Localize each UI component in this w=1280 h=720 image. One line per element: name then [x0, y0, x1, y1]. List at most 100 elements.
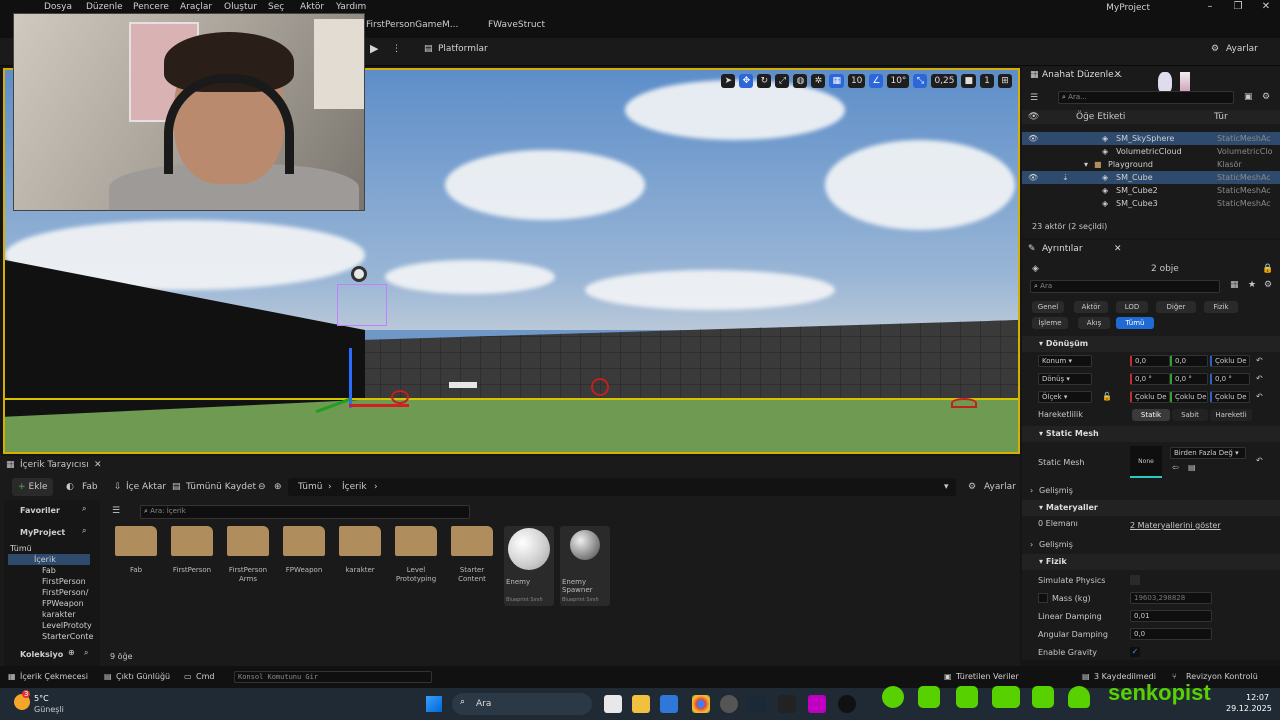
settings-gear-icon[interactable]: ⚙	[1211, 44, 1219, 54]
minimize-icon[interactable]: –	[1196, 1, 1224, 15]
mass-override-checkbox[interactable]	[1038, 593, 1048, 603]
details-settings-icon[interactable]: ⚙	[1264, 280, 1272, 290]
tree-item-fab[interactable]: Fab	[42, 566, 56, 575]
angle-snap-value[interactable]: 10°	[887, 74, 910, 88]
close-tab-icon[interactable]: ✕	[1114, 244, 1122, 254]
translate-icon[interactable]: ✥	[739, 74, 754, 88]
scale-snap-value[interactable]: 0,25	[931, 74, 958, 88]
chevron-right-icon[interactable]: ›	[1030, 540, 1033, 549]
filter-other[interactable]: Diğer	[1156, 301, 1196, 313]
menu-select[interactable]: Seç	[268, 2, 284, 12]
angular-damping-field[interactable]: 0,0	[1130, 628, 1212, 640]
tree-item-level-prototyping[interactable]: LevelPrototy	[42, 621, 92, 630]
lock-icon[interactable]: 🔒	[1262, 264, 1273, 274]
light-source-icon[interactable]	[351, 266, 367, 282]
pin-icon[interactable]: ⇣	[1062, 173, 1069, 182]
add-collection-icon[interactable]: ⊕	[68, 648, 75, 657]
folder-firstperson-arms[interactable]: FirstPerson Arms	[224, 526, 272, 584]
filter-physics[interactable]: Fizik	[1204, 301, 1238, 313]
add-button[interactable]: + Ekle	[12, 478, 54, 496]
derived-data-button[interactable]: Türetilen Veriler	[956, 672, 1019, 681]
outliner-row[interactable]: ◈ VolumetricCloud VolumetricClo	[1022, 145, 1280, 158]
rotation-y[interactable]: 0,0 °	[1170, 373, 1208, 385]
reset-icon[interactable]: ↶	[1256, 374, 1263, 383]
section-materials[interactable]: ▾ Materyaller	[1022, 500, 1280, 516]
rotation-x[interactable]: 0,0 °	[1130, 373, 1170, 385]
filter-all[interactable]: Tümü	[1116, 317, 1154, 329]
outliner-tab[interactable]: Anahat Düzenle...	[1042, 70, 1122, 80]
location-z[interactable]: Çoklu De	[1210, 355, 1250, 367]
filter-streaming[interactable]: Akış	[1078, 317, 1110, 329]
visibility-icon[interactable]: 👁	[1028, 134, 1038, 143]
location-x[interactable]: 0,0	[1130, 355, 1170, 367]
breadcrumb-content[interactable]: İçerik	[342, 482, 367, 492]
menu-edit[interactable]: Düzenle	[86, 2, 123, 12]
tree-item-fpweapon[interactable]: FPWeapon	[42, 599, 84, 608]
github-icon[interactable]	[720, 695, 738, 713]
outliner-row[interactable]: ▾ ■ Playground Klasör	[1022, 158, 1280, 171]
tree-item-firstperson[interactable]: FirstPerson	[42, 577, 86, 586]
details-search[interactable]: ⌕ Ara	[1030, 280, 1220, 293]
outliner-row[interactable]: 👁 ◈ SM_SkySphere StaticMeshAc	[1022, 132, 1280, 145]
linear-damping-field[interactable]: 0,01	[1130, 610, 1212, 622]
surface-snap-icon[interactable]: ✲	[811, 74, 826, 88]
menu-actor[interactable]: Aktör	[300, 2, 324, 12]
tree-item-starter-content[interactable]: StarterConte	[42, 632, 93, 641]
mobility-movable[interactable]: Hareketli	[1210, 409, 1252, 421]
browse-icon[interactable]: ⇦	[1172, 463, 1179, 472]
grid-snap-value[interactable]: 10	[847, 74, 866, 88]
content-settings-button[interactable]: Ayarlar	[984, 482, 1016, 492]
section-physics[interactable]: ▾ Fizik	[1022, 554, 1280, 570]
search-icon[interactable]: ⌕	[82, 504, 86, 514]
scale-dropdown[interactable]: Ölçek ▾	[1038, 391, 1092, 403]
mobility-static[interactable]: Statik	[1132, 409, 1170, 421]
app-icon[interactable]	[808, 695, 826, 713]
play-icon[interactable]: ▶	[370, 42, 378, 55]
search-icon[interactable]: ⌕	[84, 648, 88, 658]
chevron-down-icon[interactable]: ▾	[1084, 160, 1088, 169]
scale-snap-icon[interactable]: ⤡	[913, 74, 928, 88]
gravity-checkbox[interactable]: ✓	[1130, 647, 1140, 657]
asset-enemy[interactable]: Enemy Blueprint Sınıfı	[504, 526, 554, 606]
filter-actor[interactable]: Aktör	[1074, 301, 1108, 313]
scale-x[interactable]: Çoklu De	[1130, 391, 1170, 403]
rotation-dropdown[interactable]: Dönüş ▾	[1038, 373, 1092, 385]
mass-field[interactable]: 19603,298828	[1130, 592, 1212, 604]
save-all-button[interactable]: Tümünü Kaydet	[186, 482, 256, 492]
folder-karakter[interactable]: karakter	[336, 526, 384, 575]
content-drawer-button[interactable]: İçerik Çekmecesi	[20, 672, 88, 681]
filter-icon[interactable]: ☰	[112, 506, 120, 516]
tab-wave-struct[interactable]: FWaveStruct	[488, 20, 545, 30]
outliner-settings-icon[interactable]: ⚙	[1262, 92, 1270, 102]
menu-help[interactable]: Yardım	[336, 2, 366, 12]
location-dropdown[interactable]: Konum ▾	[1038, 355, 1092, 367]
file-explorer-icon[interactable]	[632, 695, 650, 713]
mobility-stationary[interactable]: Sabit	[1172, 409, 1208, 421]
unreal-engine-icon[interactable]	[838, 695, 856, 713]
tree-item-content[interactable]: İçerik	[34, 555, 56, 564]
mesh-picker[interactable]: Birden Fazla Değ ▾	[1170, 447, 1246, 459]
visibility-icon[interactable]: 👁	[1028, 173, 1038, 182]
chevron-right-icon[interactable]: ›	[1030, 486, 1033, 495]
collections-header[interactable]: Koleksiyo	[20, 650, 63, 659]
grid-snap-icon[interactable]: ▦	[829, 74, 844, 88]
menu-file[interactable]: Dosya	[44, 2, 72, 12]
simulate-physics-checkbox[interactable]	[1130, 575, 1140, 585]
layout-icon[interactable]: ⊞	[998, 74, 1012, 88]
player-start-icon[interactable]	[449, 382, 477, 388]
content-browser-tab[interactable]: İçerik Tarayıcısı	[20, 460, 89, 470]
forward-icon[interactable]: ⊕	[274, 482, 282, 492]
outliner-row[interactable]: ◈ SM_Cube2 StaticMeshAc	[1022, 184, 1280, 197]
advanced-toggle[interactable]: Gelişmiş	[1039, 540, 1073, 549]
breadcrumb-all[interactable]: Tümü	[298, 482, 322, 492]
tree-item-firstperson-arms[interactable]: FirstPerson/	[42, 588, 88, 597]
search-icon[interactable]: ⌕	[82, 526, 86, 536]
menu-window[interactable]: Pencere	[133, 2, 169, 12]
rotate-icon[interactable]: ↻	[757, 74, 772, 88]
tab-game-mode[interactable]: FirstPersonGameM...	[366, 20, 458, 30]
content-search[interactable]: ⌕ Ara: İçerik	[140, 505, 470, 519]
settings-button[interactable]: Ayarlar	[1226, 44, 1258, 54]
filter-lod[interactable]: LOD	[1116, 301, 1148, 313]
label-column[interactable]: Öğe Etiketi	[1076, 112, 1125, 122]
platforms-button[interactable]: Platformlar	[438, 44, 488, 54]
